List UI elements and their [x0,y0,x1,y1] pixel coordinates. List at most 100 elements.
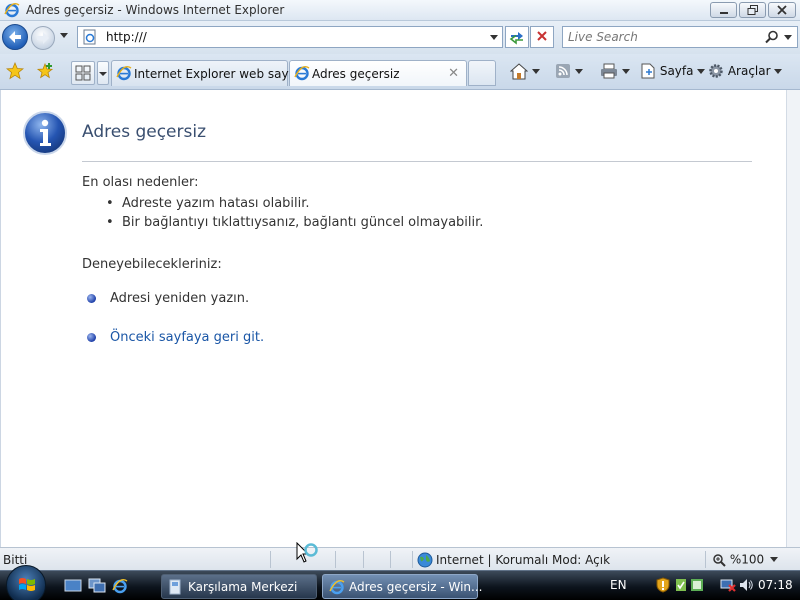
page-content [0,90,786,547]
ie-icon [329,579,345,595]
ie-page-icon [116,65,132,81]
address-field[interactable]: http:/// [77,26,503,48]
refresh-button[interactable] [505,26,529,48]
tab-row: Internet Explorer web sayfa... Adres geç… [0,54,800,90]
status-divider [363,551,364,568]
address-dropdown-icon[interactable] [490,35,498,40]
print-dropdown-icon[interactable] [621,68,630,74]
go-back-link[interactable]: Önceki sayfaya geri git. [110,330,264,345]
zoom-icon [713,553,726,567]
feeds-button[interactable] [555,63,583,81]
ie-logo-icon [4,2,20,18]
info-icon [23,111,67,155]
busy-cursor-icon [296,542,318,563]
search-icon[interactable] [765,30,779,44]
tools-menu-button[interactable]: Araçlar [708,63,783,81]
search-placeholder: Live Search [568,30,638,44]
try-heading: Deneyebilecekleriniz: [82,257,222,272]
sync-icon[interactable] [690,577,704,593]
home-button[interactable] [509,63,540,81]
home-icon [509,63,529,80]
page-menu-button[interactable]: Sayfa [640,63,706,81]
security-zone-text[interactable]: Internet | Korumalı Mod: Açık [436,553,610,567]
feeds-dropdown-icon[interactable] [574,68,583,74]
tab-label: Internet Explorer web sayfa... [134,67,312,81]
add-to-favorites-icon[interactable] [36,62,54,80]
clock[interactable]: 07:18 [758,578,793,592]
tab-list-dropdown-icon [99,72,107,76]
home-dropdown-icon[interactable] [531,69,540,74]
tools-menu-dropdown-icon [774,68,783,74]
status-divider [390,551,391,568]
taskbar: Karşılama Merkezi Adres geçersiz - Win..… [0,565,800,600]
language-indicator[interactable]: EN [610,578,627,592]
taskbar-item-label: Karşılama Merkezi [188,580,298,594]
tab-invalid-address[interactable]: Adres geçersiz ✕ [289,60,467,86]
printer-icon [601,63,617,79]
quick-tabs-button[interactable] [71,61,95,85]
status-divider [705,551,706,568]
search-options-dropdown-icon[interactable] [784,35,792,40]
title-divider [82,161,752,162]
welcome-center-icon [169,579,181,595]
switch-windows-icon[interactable] [88,578,106,594]
restore-icon [747,5,758,15]
minimize-icon [719,12,728,14]
page-menu-label: Sayfa [659,64,694,78]
gear-icon [709,64,723,78]
close-window-button[interactable] [768,2,796,18]
stop-icon [537,31,547,41]
address-url: http:/// [106,30,147,44]
favorites-center-star-icon[interactable] [6,62,24,80]
vertical-scrollbar[interactable] [786,90,800,547]
window-title: Adres geçersiz - Windows Internet Explor… [26,3,285,17]
bullet-icon [87,333,96,342]
new-tab-button[interactable] [468,60,496,86]
likely-cause-item: Adreste yazım hatası olabilir. [106,196,310,211]
recent-pages-dropdown-icon[interactable] [60,33,68,39]
stop-button[interactable] [530,26,554,48]
restore-button[interactable] [739,2,766,18]
forward-button[interactable] [31,26,55,50]
tools-menu-label: Araçlar [727,64,771,78]
ie-quick-launch-icon[interactable] [111,578,129,594]
print-button[interactable] [600,63,630,81]
taskbar-item-ie[interactable]: Adres geçersiz - Win... [322,574,482,599]
close-tab-icon[interactable]: ✕ [448,66,459,81]
status-divider [270,551,271,568]
bullet-icon [87,294,96,303]
status-bar: Bitti Internet | Korumalı Mod: Açık %100 [0,547,800,570]
internet-zone-globe-icon [417,552,433,568]
page-title: Adres geçersiz [82,122,207,142]
taskbar-item-label: Adres geçersiz - Win... [349,580,483,594]
close-icon [777,5,787,15]
zoom-value: %100 [729,552,765,567]
address-row: http:/// Live Search [0,21,800,54]
forward-arrow-icon [37,32,49,44]
tab-ie-web-page[interactable]: Internet Explorer web sayfa... [111,60,312,86]
quick-tabs-icon [75,65,91,81]
status-divider [335,551,336,568]
likely-causes-heading: En olası nedenler: [82,175,199,190]
status-divider [412,551,413,568]
ie-page-icon [294,65,310,81]
show-desktop-icon[interactable] [64,578,82,594]
taskbar-item-welcome-center[interactable]: Karşılama Merkezi [161,574,317,599]
page-menu-dropdown-icon [697,68,706,74]
tab-list-button[interactable] [97,61,109,85]
zoom-level[interactable]: %100 [712,552,764,567]
windows-logo-icon [19,578,35,591]
back-button[interactable] [2,24,28,50]
zoom-dropdown-icon[interactable] [770,557,778,562]
back-arrow-icon [9,31,21,43]
security-center-shield-icon[interactable] [656,577,670,593]
network-disconnected-icon[interactable] [720,577,736,593]
start-button[interactable] [6,565,46,600]
rss-feed-icon [556,64,570,78]
volume-icon[interactable] [738,577,754,593]
page-menu-icon [641,63,655,79]
tab-label: Adres geçersiz [312,67,400,81]
search-field[interactable]: Live Search [562,26,798,48]
defender-icon[interactable] [674,577,688,593]
minimize-button[interactable] [710,2,737,18]
